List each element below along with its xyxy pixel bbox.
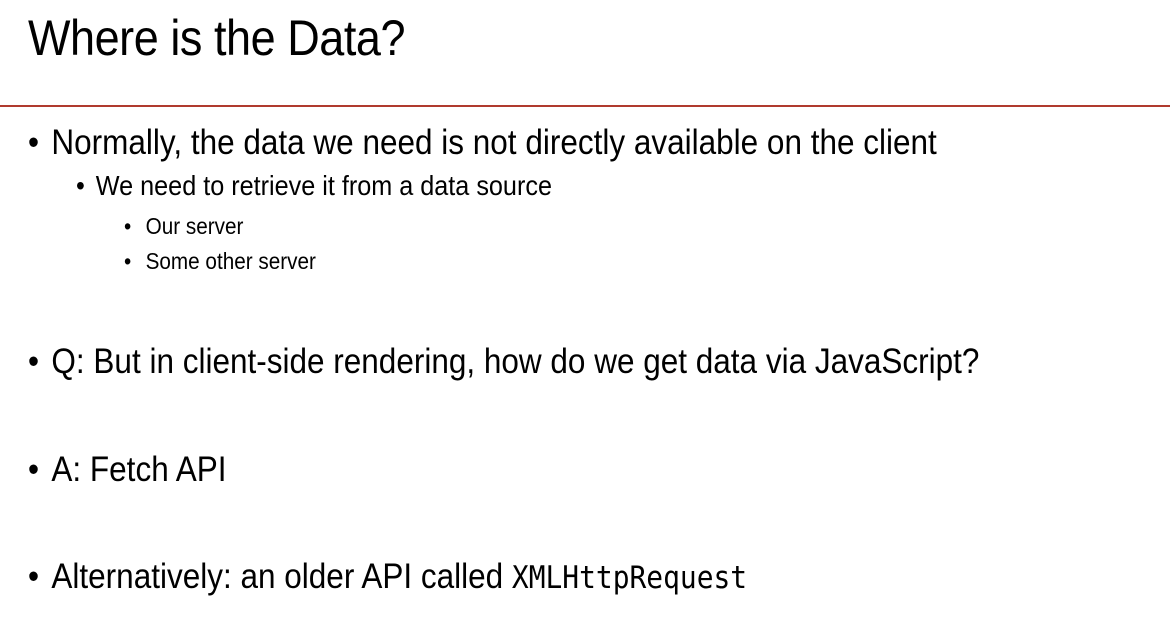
bullet-other-server: • Some other server — [124, 247, 316, 275]
question-lead: Q — [51, 342, 76, 381]
answer-text: : Fetch API — [72, 450, 227, 489]
answer-lead: A — [51, 450, 73, 489]
bullet-dot: • — [28, 557, 40, 596]
alternatively-lead: Alternatively — [51, 557, 223, 596]
alternatively-text: : an older API called — [222, 557, 512, 596]
bullet-text: Some other server — [145, 248, 316, 274]
bullet-dot: • — [28, 450, 40, 489]
bullet-dot: • — [28, 342, 40, 381]
bullet-question: • Q: But in client-side rendering, how do… — [28, 342, 979, 382]
bullet-normally: • Normally, the data we need is not direc… — [28, 123, 937, 163]
xmlhttprequest-code: XMLHttpRequest — [511, 560, 748, 596]
bullet-text: Our server — [145, 213, 244, 239]
question-text: : But in client-side rendering, how do w… — [75, 342, 980, 381]
bullet-text: Normally, the data we need is not direct… — [51, 123, 937, 162]
bullet-retrieve: • We need to retrieve it from a data sour… — [76, 170, 552, 202]
bullet-text: We need to retrieve it from a data sourc… — [95, 170, 552, 201]
bullet-alternatively: • Alternatively: an older API called XMLH… — [28, 557, 747, 598]
bullet-answer: • A: Fetch API — [28, 450, 227, 490]
bullet-our-server: • Our server — [124, 212, 243, 240]
bullet-dot: • — [124, 248, 132, 274]
title-divider — [0, 105, 1170, 107]
bullet-dot: • — [28, 123, 40, 162]
bullet-dot: • — [124, 213, 132, 239]
slide-title: Where is the Data? — [28, 10, 406, 66]
slide: Where is the Data? • Normally, the data w… — [0, 0, 1170, 618]
bullet-dot: • — [76, 170, 85, 201]
